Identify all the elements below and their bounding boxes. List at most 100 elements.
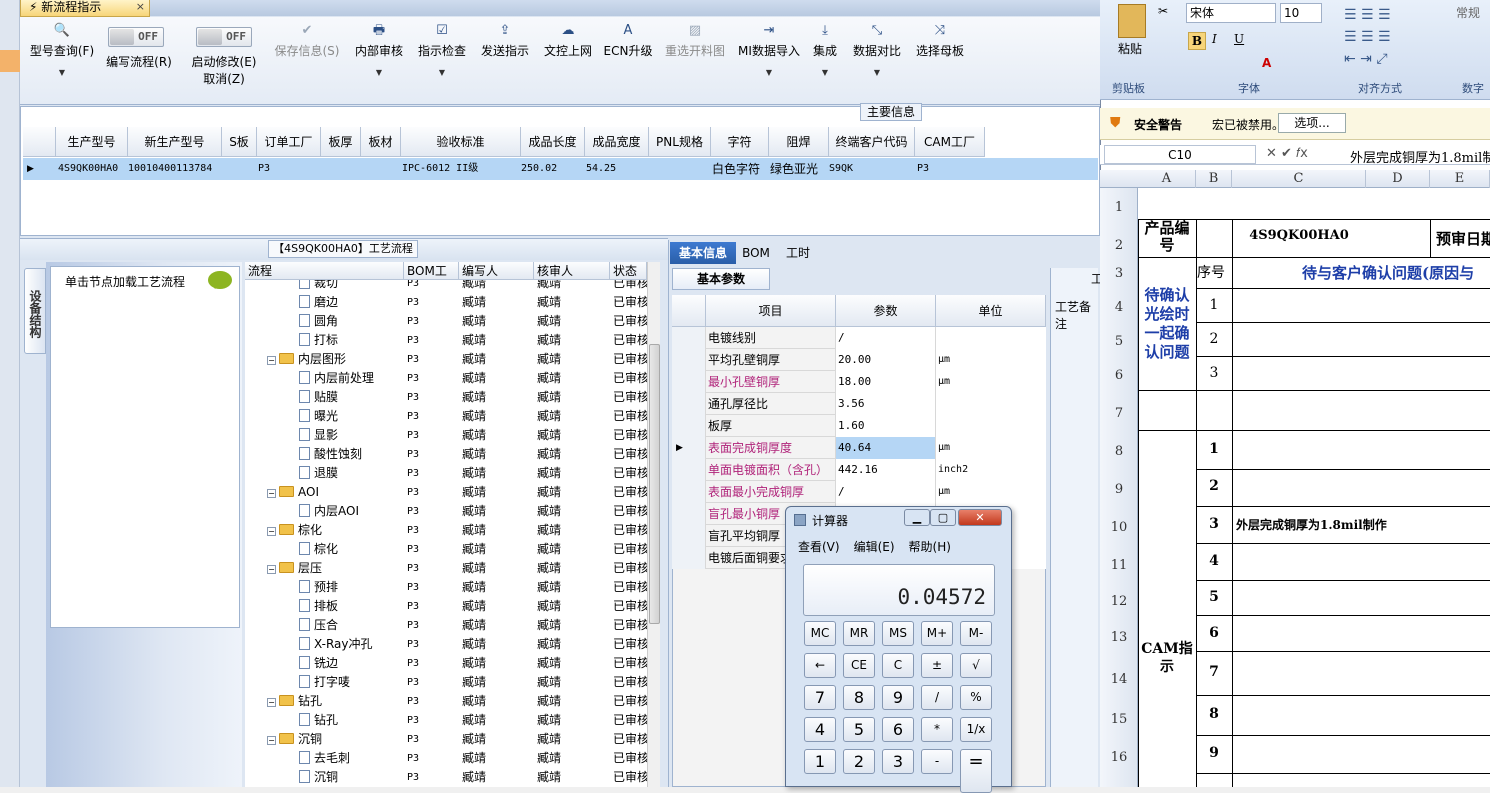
col-order-factory[interactable]: 订单工厂 [257, 127, 321, 157]
row-number[interactable]: 13 [1100, 630, 1138, 645]
menu-help[interactable]: 帮助(H) [909, 540, 951, 554]
tree-node[interactable]: − AOI [267, 483, 319, 502]
col-standard[interactable]: 验收标准 [401, 127, 521, 157]
reselect-map-button[interactable]: ▨ 重选开料图 [662, 21, 728, 59]
row-number[interactable]: 2 [1100, 238, 1138, 253]
bold-icon[interactable]: B [1188, 32, 1206, 50]
col-header-c[interactable]: C [1232, 170, 1366, 188]
tree-row[interactable]: − AOI P3 臧靖 臧靖 已审核 [245, 483, 647, 502]
tree-row[interactable]: 内层AOI P3 臧靖 臧靖 已审核 [245, 502, 647, 521]
calc-key[interactable]: C [882, 653, 914, 678]
tree-node[interactable]: 沉铜 [299, 768, 338, 787]
name-box[interactable]: C10 [1104, 145, 1256, 164]
doc-upload-button[interactable]: ☁ 文控上网 [542, 21, 594, 59]
row-number[interactable]: 10 [1100, 520, 1138, 535]
tree-node[interactable]: 钻孔 [299, 711, 338, 730]
col-length[interactable]: 成品长度 [521, 127, 585, 157]
side-tab-structure[interactable]: 设备结构 [24, 268, 46, 354]
calc-key[interactable]: MR [843, 621, 875, 646]
tree-node[interactable]: − 层压 [267, 559, 322, 578]
col-s-board[interactable]: S板 [222, 127, 257, 157]
tree-node[interactable]: 退膜 [299, 464, 338, 483]
tree-row[interactable]: − 钻孔 P3 臧靖 臧靖 已审核 [245, 692, 647, 711]
param-row[interactable]: 表面最小完成铜厚 / μm [672, 481, 1046, 503]
row-number[interactable]: 12 [1100, 594, 1138, 609]
tab-hours[interactable]: 工时 [780, 242, 816, 264]
calc-key[interactable]: / [921, 685, 953, 710]
tree-node[interactable]: 内层前处理 [299, 369, 374, 388]
tree-node[interactable]: 打字唛 [299, 673, 350, 692]
param-row[interactable]: 电镀线别 / [672, 327, 1046, 349]
indicator-check-button[interactable]: ☑ 指示检查 ▼ [416, 21, 468, 81]
param-value[interactable]: 20.00 [836, 349, 936, 371]
param-value[interactable]: 1.60 [836, 415, 936, 437]
param-row[interactable]: 单面电镀面积（含孔） 442.16 inch2 [672, 459, 1046, 481]
tree-node[interactable]: 曝光 [299, 407, 338, 426]
tab-basic-params[interactable]: 基本参数 [672, 268, 770, 290]
calc-key[interactable]: MS [882, 621, 914, 646]
col-item[interactable]: 项目 [706, 295, 836, 327]
tree-row[interactable]: 磨边 P3 臧靖 臧靖 已审核 [245, 293, 647, 312]
col-material[interactable]: 板材 [361, 127, 401, 157]
close-icon[interactable]: × [136, 0, 145, 14]
col-header-d[interactable]: D [1366, 170, 1430, 188]
param-value[interactable]: 442.16 [836, 459, 936, 481]
tree-row[interactable]: 贴膜 P3 臧靖 臧靖 已审核 [245, 388, 647, 407]
calc-key[interactable]: M- [960, 621, 992, 646]
tree-node[interactable]: 打标 [299, 331, 338, 350]
row-number[interactable]: 4 [1100, 300, 1138, 315]
param-value[interactable]: / [836, 481, 936, 503]
tree-row[interactable]: 压合 P3 臧靖 臧靖 已审核 [245, 616, 647, 635]
save-info-button[interactable]: ✔ 保存信息(S) [272, 21, 342, 59]
calc-key[interactable]: 2 [843, 749, 875, 774]
calc-key[interactable]: 9 [882, 685, 914, 710]
calc-key[interactable]: - [921, 749, 953, 774]
col-pnl[interactable]: PNL规格 [649, 127, 711, 157]
param-value[interactable]: 40.64 [836, 437, 936, 459]
param-row[interactable]: 板厚 1.60 [672, 415, 1046, 437]
tree-node[interactable]: 显影 [299, 426, 338, 445]
doc-tab-new-flow[interactable]: ⚡ 新流程指示 × [20, 0, 150, 17]
tree-row[interactable]: 预排 P3 臧靖 臧靖 已审核 [245, 578, 647, 597]
collapse-icon[interactable]: − [267, 489, 276, 498]
tree-row[interactable]: 钻孔 P3 臧靖 臧靖 已审核 [245, 711, 647, 730]
col-writer[interactable]: 编写人 [459, 262, 534, 280]
menu-view[interactable]: 查看(V) [798, 540, 840, 554]
calculator-window[interactable]: 计算器 ▁ ▢ ✕ 查看(V) 编辑(E) 帮助(H) 0.04572 MC MR MS… [785, 506, 1012, 793]
tree-node[interactable]: 铣边 [299, 654, 338, 673]
tree-row[interactable]: 显影 P3 臧靖 臧靖 已审核 [245, 426, 647, 445]
formula-input[interactable]: 外层完成铜厚为1.8mil制作 [1350, 147, 1490, 166]
tree-row[interactable]: 排板 P3 臧靖 臧靖 已审核 [245, 597, 647, 616]
tree-row[interactable]: 打字唛 P3 臧靖 臧靖 已审核 [245, 673, 647, 692]
col-width[interactable]: 成品宽度 [585, 127, 649, 157]
row-number[interactable]: 3 [1100, 266, 1138, 281]
col-header-a[interactable]: A [1138, 170, 1196, 188]
edit-flow-toggle[interactable]: OFF [108, 27, 164, 47]
tree-node[interactable]: − 棕化 [267, 521, 322, 540]
tree-scrollbar[interactable] [647, 262, 660, 787]
row-number[interactable]: 14 [1100, 672, 1138, 687]
tree-row[interactable]: − 层压 P3 臧靖 臧靖 已审核 [245, 559, 647, 578]
tree-node[interactable]: 去毛刺 [299, 749, 350, 768]
collapse-icon[interactable]: − [267, 698, 276, 707]
calc-key[interactable]: √ [960, 653, 992, 678]
calc-key[interactable]: ← [804, 653, 836, 678]
col-new-model[interactable]: 新生产型号 [128, 127, 222, 157]
tree-node[interactable]: 压合 [299, 616, 338, 635]
ecn-upgrade-button[interactable]: A ECN升级 [603, 21, 653, 59]
number-format-select[interactable]: 常规 [1456, 4, 1480, 21]
underline-icon[interactable]: U [1234, 32, 1244, 46]
param-row[interactable]: ▶ 表面完成铜厚度 40.64 μm [672, 437, 1046, 459]
italic-icon[interactable]: I [1212, 32, 1217, 46]
tree-node[interactable]: − 沉铜 [267, 730, 322, 749]
col-reviewer[interactable]: 核审人 [534, 262, 610, 280]
formula-icons[interactable]: ✕ ✔ 𝑓x [1266, 146, 1308, 161]
tree-row[interactable]: 去毛刺 P3 臧靖 臧靖 已审核 [245, 749, 647, 768]
menu-edit[interactable]: 编辑(E) [854, 540, 895, 554]
tree-row[interactable]: X-Ray冲孔 P3 臧靖 臧靖 已审核 [245, 635, 647, 654]
calc-key[interactable]: 4 [804, 717, 836, 742]
col-flow[interactable]: 流程 [245, 262, 404, 280]
node-hint-box[interactable]: 单击节点加载工艺流程 [50, 266, 240, 628]
font-name-select[interactable]: 宋体 [1186, 3, 1276, 23]
col-cam[interactable]: CAM工厂 [915, 127, 985, 157]
